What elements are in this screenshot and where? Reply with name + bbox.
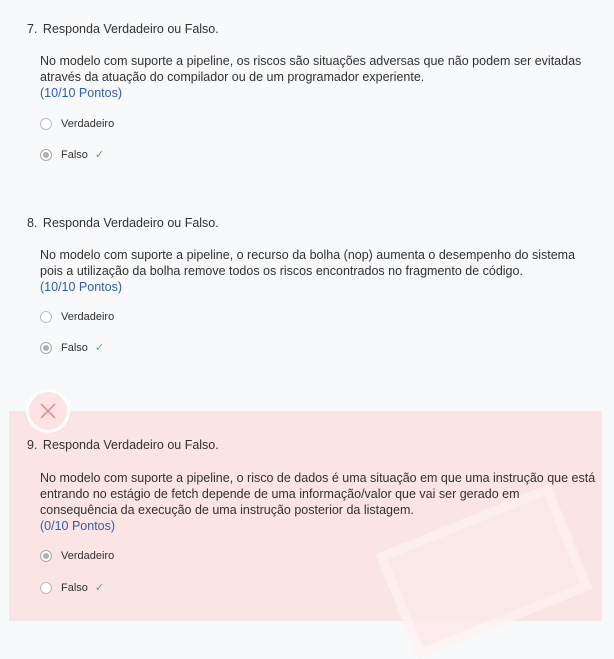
radio-button[interactable] <box>40 581 52 594</box>
question-number: 9. <box>27 438 38 452</box>
question-title: Responda Verdadeiro ou Falso. <box>42 438 219 452</box>
radio-button-selected[interactable] <box>40 341 52 354</box>
option-label: Falso <box>61 148 88 161</box>
option-label: Falso <box>61 581 88 594</box>
option-label: Falso <box>61 341 88 354</box>
question-number: 7. <box>27 22 38 36</box>
radio-button-selected[interactable] <box>40 550 52 562</box>
question-points: (10/10 Pontos) <box>40 280 122 294</box>
radio-button[interactable] <box>40 311 52 323</box>
question-body: No modelo com suporte a pipeline, o recu… <box>40 247 600 295</box>
option-verdadeiro[interactable]: Verdadeiro <box>40 311 114 323</box>
option-verdadeiro[interactable]: Verdadeiro <box>40 118 114 130</box>
checkmark-icon: ✓ <box>94 342 105 354</box>
option-falso[interactable]: Falso ✓ <box>40 148 104 161</box>
option-label: Verdadeiro <box>61 550 115 562</box>
checkmark-icon: ✓ <box>94 582 105 594</box>
question-text: No modelo com suporte a pipeline, o risc… <box>40 471 596 517</box>
radio-button-selected[interactable] <box>40 148 52 161</box>
question-header: 8. Responda Verdadeiro ou Falso. <box>27 216 219 230</box>
option-verdadeiro[interactable]: Verdadeiro <box>40 550 114 562</box>
question-body: No modelo com suporte a pipeline, os ris… <box>40 53 600 101</box>
question-body: No modelo com suporte a pipeline, o risc… <box>40 470 600 534</box>
x-icon <box>40 403 56 419</box>
question-text: No modelo com suporte a pipeline, o recu… <box>40 248 576 278</box>
checkmark-icon: ✓ <box>94 149 105 161</box>
option-label: Verdadeiro <box>61 118 115 130</box>
option-label: Verdadeiro <box>61 311 115 323</box>
question-text: No modelo com suporte a pipeline, os ris… <box>40 54 582 84</box>
question-title: Responda Verdadeiro ou Falso. <box>42 22 219 36</box>
question-points: (10/10 Pontos) <box>40 86 122 100</box>
option-falso[interactable]: Falso ✓ <box>40 581 104 594</box>
option-falso[interactable]: Falso ✓ <box>40 341 104 354</box>
question-header: 9. Responda Verdadeiro ou Falso. <box>27 438 219 452</box>
question-number: 8. <box>27 216 38 230</box>
incorrect-badge <box>26 389 70 433</box>
question-points: (0/10 Pontos) <box>40 519 116 533</box>
radio-button[interactable] <box>40 118 52 130</box>
question-header: 7. Responda Verdadeiro ou Falso. <box>27 22 219 36</box>
question-title: Responda Verdadeiro ou Falso. <box>42 216 219 230</box>
